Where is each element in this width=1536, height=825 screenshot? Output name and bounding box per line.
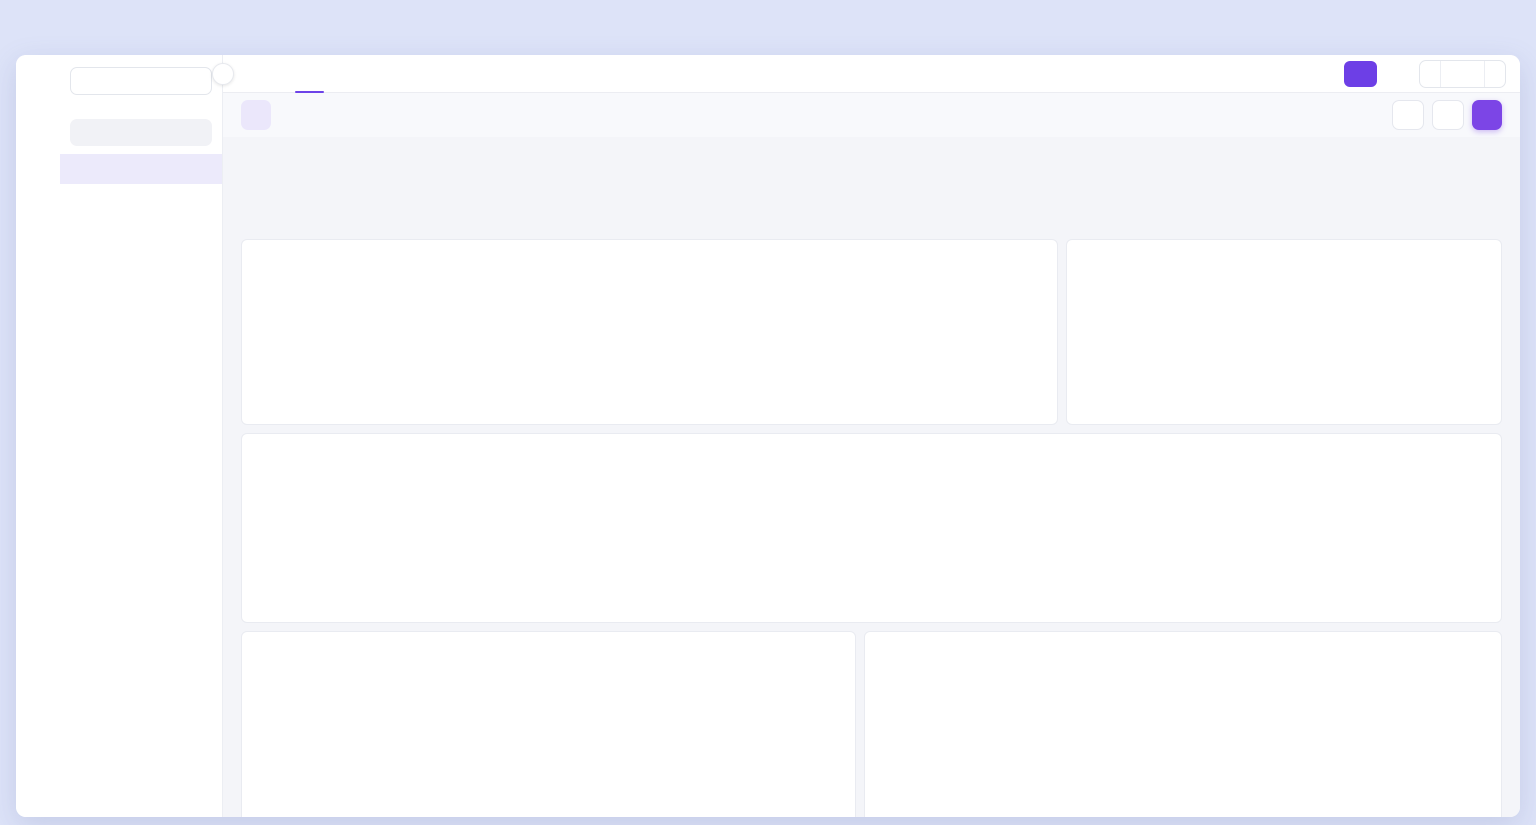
main-panel [223,55,1520,817]
tab-bar-controls [1344,60,1520,88]
collapse-sidebar-button[interactable] [212,63,234,85]
time-range-group [1419,60,1506,88]
processes-memory-treemap [256,452,1461,610]
time-range-selector[interactable] [1440,61,1484,87]
icon-rail [16,55,60,817]
cpu-usage-widget [241,239,1058,425]
chevron-down-icon [1463,68,1474,79]
memory-breakdown-chart[interactable] [1081,252,1487,420]
tab-dashboard[interactable] [290,55,329,92]
time-range-back-button[interactable] [1420,61,1440,87]
bottom-charts-row [241,631,1502,817]
search-filters-input[interactable] [84,127,204,139]
middleware-logo-icon[interactable] [24,65,52,93]
time-range-forward-button[interactable] [1484,61,1505,87]
project-selector[interactable] [70,67,212,95]
app-window [16,55,1520,817]
processes-memory-usage-widget [241,433,1502,623]
network-traffic-widget [864,631,1502,817]
pause-refresh-button[interactable] [1344,61,1377,87]
dashboard-content [223,137,1520,817]
disk-usage-chart[interactable] [256,644,841,817]
quick-filter-header [60,103,222,119]
import-data-button[interactable] [1392,100,1424,130]
network-traffic-chart[interactable] [879,644,1487,817]
save-as-copy-button[interactable] [1472,100,1502,130]
filter-by-attribute-toggle[interactable] [60,154,222,184]
sidebar [60,55,223,817]
memory-breakdown-widget [1066,239,1502,425]
tab-bar [223,55,1520,93]
export-data-button[interactable] [1432,100,1464,130]
stats-row [241,143,1502,231]
tab-hosts[interactable] [249,55,288,92]
charts-row [241,239,1502,425]
disk-usage-widget [241,631,856,817]
cpu-usage-chart[interactable] [256,252,1043,420]
desktop-background [0,0,1536,825]
add-widget-button[interactable] [241,100,271,130]
dashboard-toolbar [223,93,1520,137]
search-filters-field[interactable] [70,119,212,146]
